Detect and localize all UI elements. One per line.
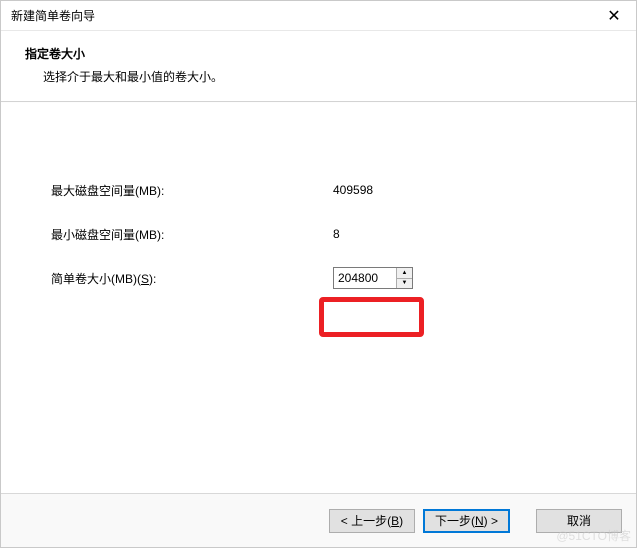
- close-button[interactable]: ✕: [592, 1, 636, 31]
- next-button[interactable]: 下一步(N) >: [423, 509, 510, 533]
- volume-size-label: 简单卷大小(MB)(S):: [51, 270, 333, 287]
- page-title: 指定卷大小: [25, 45, 618, 62]
- max-space-label: 最大磁盘空间量(MB):: [51, 182, 333, 199]
- close-icon: ✕: [607, 6, 620, 26]
- wizard-window: 新建简单卷向导 ✕ 指定卷大小 选择介于最大和最小值的卷大小。 最大磁盘空间量(…: [0, 0, 637, 548]
- chevron-down-icon: ▼: [402, 280, 408, 286]
- spinner-buttons: ▲ ▼: [396, 268, 412, 288]
- wizard-footer: < 上一步(B) 下一步(N) > 取消: [1, 493, 636, 547]
- min-space-value: 8: [333, 227, 340, 241]
- volume-size-label-pre: 简单卷大小(MB)(: [51, 272, 141, 286]
- next-label-post: ) >: [484, 514, 498, 528]
- content-area: 最大磁盘空间量(MB): 409598 最小磁盘空间量(MB): 8 简单卷大小…: [1, 102, 636, 493]
- chevron-up-icon: ▲: [402, 270, 408, 276]
- page-subtitle: 选择介于最大和最小值的卷大小。: [25, 68, 618, 85]
- back-label-pre: < 上一步(: [341, 514, 391, 528]
- next-hotkey: N: [475, 514, 484, 528]
- volume-size-input[interactable]: [334, 268, 396, 288]
- volume-size-hotkey: S: [141, 272, 149, 286]
- volume-size-label-post: ):: [149, 272, 156, 286]
- max-space-value: 409598: [333, 183, 373, 197]
- window-title: 新建简单卷向导: [11, 7, 95, 24]
- spinner-up-button[interactable]: ▲: [397, 268, 412, 279]
- cancel-button[interactable]: 取消: [536, 509, 622, 533]
- wizard-header: 指定卷大小 选择介于最大和最小值的卷大小。: [1, 31, 636, 102]
- min-space-label: 最小磁盘空间量(MB):: [51, 226, 333, 243]
- row-volume-size: 简单卷大小(MB)(S): ▲ ▼: [51, 267, 618, 289]
- row-min-space: 最小磁盘空间量(MB): 8: [51, 223, 618, 245]
- titlebar: 新建简单卷向导 ✕: [1, 1, 636, 31]
- volume-size-spinner: ▲ ▼: [333, 267, 413, 289]
- highlight-box: [319, 297, 424, 337]
- next-label-pre: 下一步(: [435, 514, 475, 528]
- back-hotkey: B: [391, 514, 399, 528]
- back-label-post: ): [399, 514, 403, 528]
- row-max-space: 最大磁盘空间量(MB): 409598: [51, 179, 618, 201]
- volume-size-control: ▲ ▼: [333, 267, 413, 289]
- spinner-down-button[interactable]: ▼: [397, 279, 412, 289]
- back-button[interactable]: < 上一步(B): [329, 509, 415, 533]
